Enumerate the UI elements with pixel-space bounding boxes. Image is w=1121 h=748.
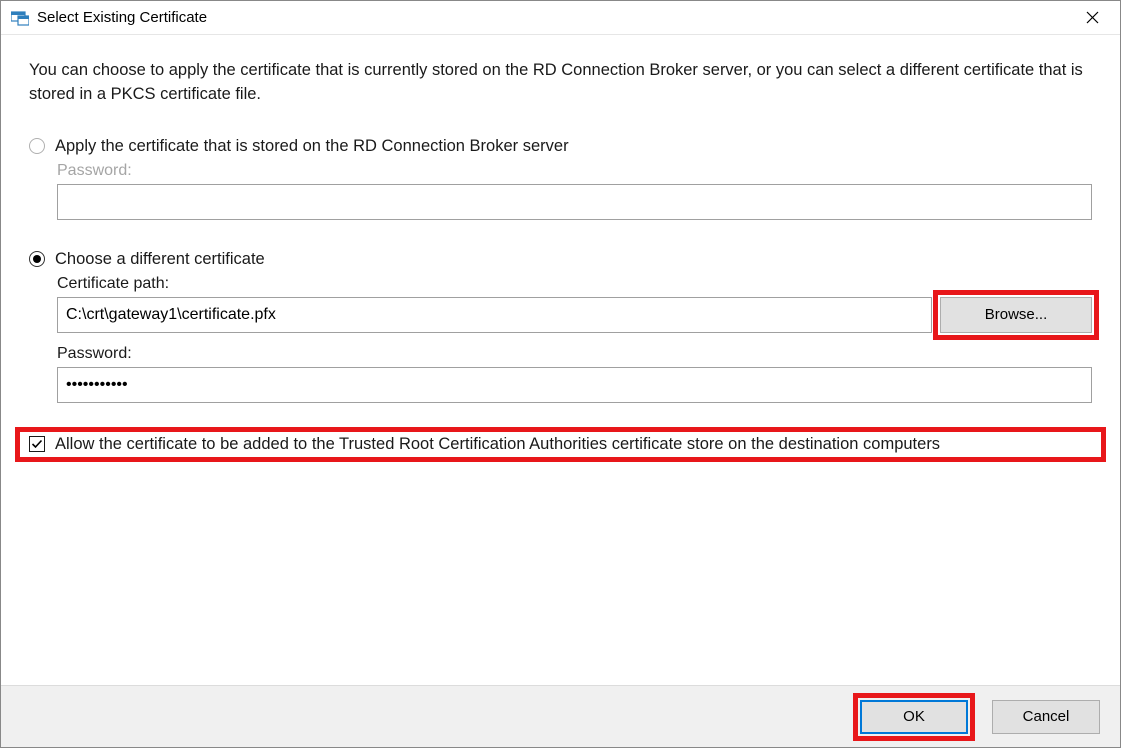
titlebar: Select Existing Certificate — [1, 1, 1120, 35]
allow-trusted-root-checkbox[interactable]: Allow the certificate to be added to the… — [29, 435, 1092, 454]
password1-label: Password: — [57, 162, 1092, 180]
password1-input — [57, 184, 1092, 220]
radio-choose-different[interactable]: Choose a different certificate — [29, 250, 1092, 269]
radio-icon-selected — [29, 251, 45, 267]
cancel-button[interactable]: Cancel — [992, 700, 1100, 734]
dialog-footer: OK Cancel — [1, 685, 1120, 747]
radio-choose-different-label: Choose a different certificate — [55, 250, 265, 269]
radio-icon-unselected — [29, 138, 45, 154]
close-button[interactable] — [1072, 2, 1112, 34]
cert-path-input[interactable] — [57, 297, 932, 333]
radio-apply-stored[interactable]: Apply the certificate that is stored on … — [29, 137, 1092, 156]
allow-trusted-root-label: Allow the certificate to be added to the… — [55, 435, 940, 454]
password2-input[interactable] — [57, 367, 1092, 403]
checkbox-icon-checked — [29, 436, 45, 452]
window-title: Select Existing Certificate — [37, 9, 1072, 26]
cert-path-label: Certificate path: — [57, 275, 1092, 293]
browse-button[interactable]: Browse... — [940, 297, 1092, 333]
radio-apply-stored-label: Apply the certificate that is stored on … — [55, 137, 569, 156]
ok-button[interactable]: OK — [860, 700, 968, 734]
password2-label: Password: — [57, 345, 1092, 363]
server-manager-icon — [11, 10, 29, 26]
intro-text: You can choose to apply the certificate … — [29, 59, 1092, 107]
close-icon — [1086, 11, 1099, 24]
